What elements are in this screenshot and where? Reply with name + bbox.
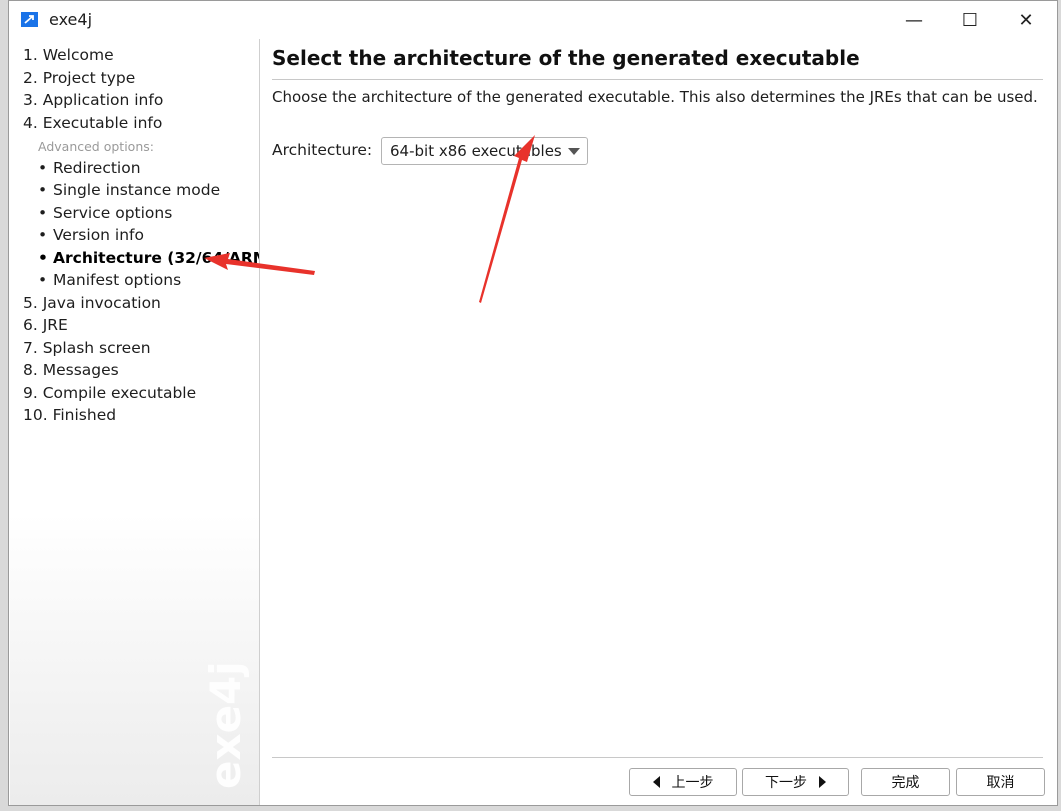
substep-label: Redirection bbox=[53, 159, 141, 177]
substep-label: Single instance mode bbox=[53, 181, 221, 199]
exe4j-window: exe4j — ☐ ✕ 1. Welcome 2. Project type 3… bbox=[8, 0, 1058, 806]
arrow-right-icon bbox=[819, 776, 826, 788]
close-icon: ✕ bbox=[1018, 9, 1034, 31]
architecture-label: Architecture: bbox=[272, 141, 373, 159]
title-bar: exe4j — ☐ ✕ bbox=[9, 1, 1057, 39]
step-messages[interactable]: 8. Messages bbox=[23, 361, 119, 379]
step-project-type[interactable]: 2. Project type bbox=[23, 69, 135, 87]
step-java-invocation[interactable]: 5. Java invocation bbox=[23, 294, 161, 312]
substep-label: Version info bbox=[53, 226, 144, 244]
step-application-info[interactable]: 3. Application info bbox=[23, 91, 163, 109]
bullet-icon: • bbox=[38, 181, 48, 199]
substep-single-instance-mode[interactable]: • Single instance mode bbox=[38, 181, 220, 199]
architecture-selected-value: 64-bit x86 executables bbox=[390, 142, 562, 160]
window-title: exe4j bbox=[49, 10, 93, 29]
page-description: Choose the architecture of the generated… bbox=[272, 88, 1038, 106]
cancel-label: 取消 bbox=[986, 775, 1015, 791]
architecture-dropdown[interactable]: 64-bit x86 executables bbox=[381, 137, 588, 165]
arrow-left-icon bbox=[652, 776, 660, 788]
cancel-button[interactable]: 取消 bbox=[956, 768, 1045, 796]
bullet-icon: • bbox=[38, 249, 48, 267]
step-finished[interactable]: 10. Finished bbox=[23, 406, 116, 424]
heading-divider bbox=[272, 79, 1043, 80]
substep-redirection[interactable]: • Redirection bbox=[38, 159, 141, 177]
substep-label: Manifest options bbox=[53, 271, 182, 289]
bullet-icon: • bbox=[38, 226, 48, 244]
back-label: 上一步 bbox=[671, 775, 714, 791]
finish-label: 完成 bbox=[891, 775, 920, 791]
step-welcome[interactable]: 1. Welcome bbox=[23, 46, 114, 64]
page-title: Select the architecture of the generated… bbox=[272, 46, 860, 70]
substep-manifest-options[interactable]: • Manifest options bbox=[38, 271, 181, 289]
bullet-icon: • bbox=[38, 271, 48, 289]
advanced-options-heading: Advanced options: bbox=[38, 139, 154, 154]
next-button[interactable]: 下一步 bbox=[742, 768, 849, 796]
step-compile-executable[interactable]: 9. Compile executable bbox=[23, 384, 196, 402]
substep-version-info[interactable]: • Version info bbox=[38, 226, 144, 244]
chevron-down-icon bbox=[568, 148, 580, 155]
next-label: 下一步 bbox=[765, 775, 807, 791]
finish-button[interactable]: 完成 bbox=[861, 768, 950, 796]
maximize-button[interactable]: ☐ bbox=[947, 1, 993, 39]
minimize-button[interactable]: — bbox=[891, 1, 937, 39]
step-splash-screen[interactable]: 7. Splash screen bbox=[23, 339, 151, 357]
close-button[interactable]: ✕ bbox=[1003, 1, 1049, 39]
step-executable-info[interactable]: 4. Executable info bbox=[23, 114, 162, 132]
maximize-icon: ☐ bbox=[961, 9, 979, 31]
footer-divider bbox=[272, 757, 1043, 758]
wizard-steps-sidebar: 1. Welcome 2. Project type 3. Applicatio… bbox=[10, 39, 260, 805]
minimize-icon: — bbox=[905, 9, 923, 31]
substep-service-options[interactable]: • Service options bbox=[38, 204, 172, 222]
step-jre[interactable]: 6. JRE bbox=[23, 316, 68, 334]
back-button[interactable]: 上一步 bbox=[629, 768, 737, 796]
svg-text:exe4j: exe4j bbox=[201, 661, 250, 789]
exe4j-watermark-logo: exe4j bbox=[201, 661, 250, 789]
bullet-icon: • bbox=[38, 159, 48, 177]
bullet-icon: • bbox=[38, 204, 48, 222]
app-icon bbox=[21, 12, 38, 27]
main-content: Select the architecture of the generated… bbox=[260, 39, 1057, 807]
substep-label: Architecture (32/64/ARM) bbox=[53, 249, 260, 267]
substep-architecture[interactable]: • Architecture (32/64/ARM) bbox=[38, 249, 260, 267]
substep-label: Service options bbox=[53, 204, 173, 222]
